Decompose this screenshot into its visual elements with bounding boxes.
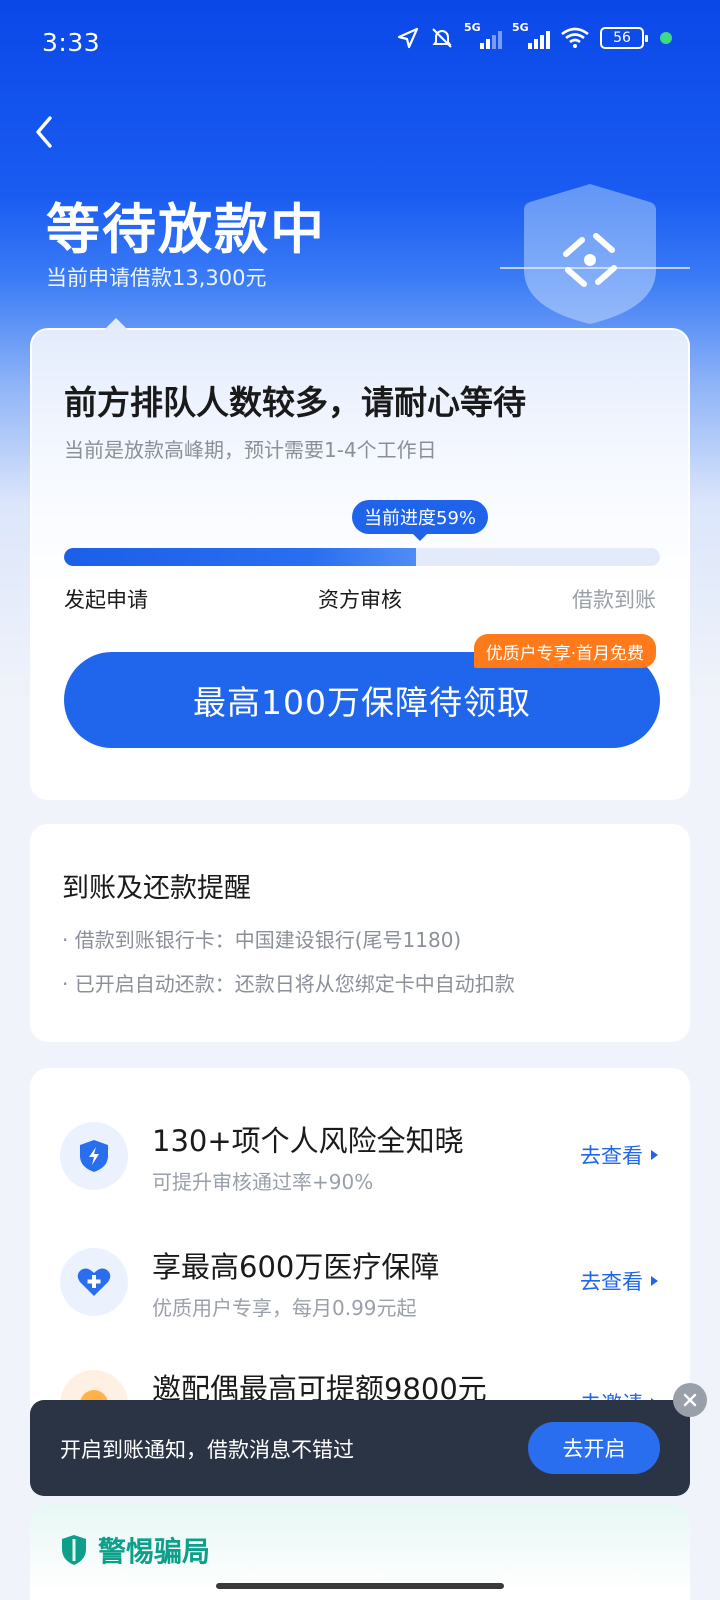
card-notch: [104, 318, 128, 330]
step-apply: 发起申请: [64, 588, 148, 612]
reminder-title: 到账及还款提醒: [62, 873, 251, 904]
signal-1-icon: 5G: [464, 21, 502, 49]
reminder-auto-repay: · 已开启自动还款：还款日将从您绑定卡中自动扣款: [62, 972, 515, 996]
home-indicator[interactable]: [216, 1583, 504, 1589]
progress-label-bubble: 当前进度59%: [352, 500, 489, 541]
progress-fill: [64, 548, 416, 566]
service-subtitle: 优质用户专享，每月0.99元起: [152, 1296, 417, 1320]
status-icons: 5G 5G 56: [396, 21, 672, 50]
progress-card-title: 前方排队人数较多，请耐心等待: [64, 383, 526, 422]
service-title: 享最高600万医疗保障: [152, 1250, 440, 1284]
triangle-right-icon: [651, 1276, 658, 1286]
status-time: 3:33: [42, 28, 101, 57]
bell-muted-icon: [432, 28, 452, 48]
fraud-warning-title: 警惕骗局: [98, 1535, 211, 1568]
promo-badge: 优质户专享·首月免费: [473, 634, 656, 668]
enable-notification-button[interactable]: 去开启: [528, 1422, 660, 1474]
status-bar: 3:33 5G 5G 56: [0, 0, 720, 84]
back-arrow-icon[interactable]: [28, 112, 64, 152]
notification-toast: 开启到账通知，借款消息不错过 去开启: [30, 1400, 690, 1496]
battery-indicator: 56: [600, 27, 648, 49]
service-subtitle: 可提升审核通过率+90%: [152, 1170, 374, 1194]
step-review: 资方审核: [318, 588, 402, 612]
heart-plus-icon: [60, 1248, 128, 1316]
signal-2-icon: 5G: [512, 21, 550, 49]
wifi-icon: [561, 27, 589, 48]
service-view-link[interactable]: 去查看: [580, 1266, 658, 1296]
service-view-link[interactable]: 去查看: [580, 1140, 658, 1170]
toast-message: 开启到账通知，借款消息不错过: [60, 1438, 354, 1462]
shield-emblem-icon: [500, 184, 690, 324]
shield-bolt-icon: [60, 1122, 128, 1190]
service-title: 130+项个人风险全知晓: [152, 1124, 464, 1158]
service-row-medical[interactable]: 享最高600万医疗保障 优质用户专享，每月0.99元起 去查看: [30, 1232, 690, 1332]
close-icon[interactable]: [673, 1383, 707, 1417]
step-disbursed: 借款到账: [572, 588, 656, 612]
location-arrow-icon: [397, 27, 419, 49]
privacy-dot-icon: [660, 32, 672, 44]
loan-amount-subtitle: 当前申请借款13,300元: [46, 266, 267, 290]
progress-card-subtitle: 当前是放款高峰期，预计需要1-4个工作日: [64, 438, 437, 462]
shield-check-icon: [62, 1535, 86, 1565]
progress-card: 前方排队人数较多，请耐心等待 当前是放款高峰期，预计需要1-4个工作日 当前进度…: [30, 318, 690, 800]
service-row-risk-report[interactable]: 130+项个人风险全知晓 可提升审核通过率+90% 去查看: [30, 1106, 690, 1206]
page-title: 等待放款中: [46, 198, 326, 261]
triangle-right-icon: [651, 1150, 658, 1160]
progress-track: [64, 548, 660, 566]
reminder-bank-card: · 借款到账银行卡：中国建设银行(尾号1180): [62, 928, 462, 952]
reminder-card: 到账及还款提醒 · 借款到账银行卡：中国建设银行(尾号1180) · 已开启自动…: [30, 824, 690, 1042]
